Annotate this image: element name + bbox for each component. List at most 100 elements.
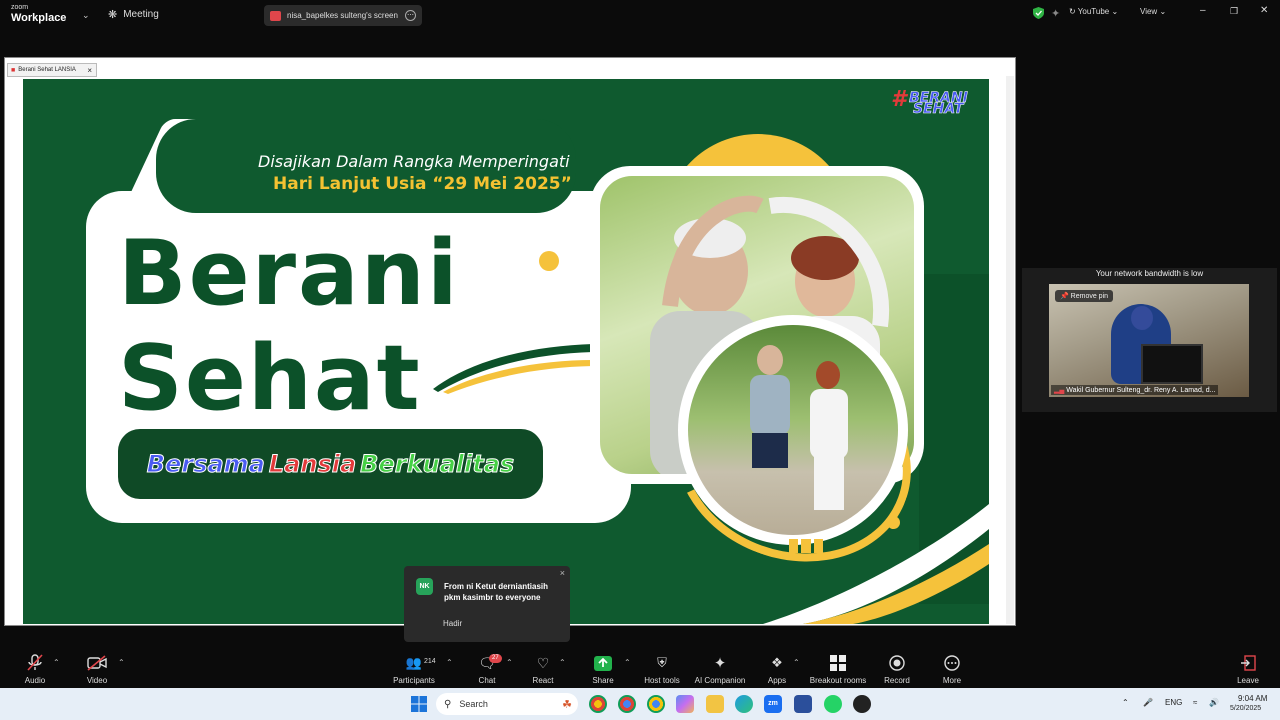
bar-decor <box>789 539 823 553</box>
slide-subtitle-line2: Hari Lanjut Usia “29 Mei 2025” <box>273 174 572 194</box>
audio-label: Audio <box>24 676 46 685</box>
participant-video-tile[interactable]: 📌 Remove pin ▂▄ Wakil Gubernur Sulteng_d… <box>1049 284 1249 397</box>
notes-app-icon[interactable] <box>794 695 812 713</box>
participants-caret-icon[interactable]: ⌃ <box>446 658 453 667</box>
leave-icon <box>1238 654 1258 672</box>
paw-icon: ❋ <box>108 9 118 21</box>
zoom-logo-workplace: Workplace <box>11 12 67 24</box>
share-screen-icon <box>270 10 281 21</box>
restore-icon[interactable]: ❐ <box>1230 6 1238 17</box>
react-label: React <box>532 676 554 685</box>
logo-word2: SEHAT <box>913 101 964 117</box>
close-icon[interactable]: × <box>560 568 565 578</box>
record-icon <box>887 654 907 672</box>
clock-date[interactable]: 5/20/2025 <box>1230 705 1261 712</box>
zoom-top-bar: zoom Workplace ⌄ ❋ Meeting nisa_bapelkes… <box>0 0 1280 30</box>
share-button[interactable]: Share <box>590 648 616 688</box>
participant-name: ▂▄ Wakil Gubernur Sulteng_dr. Reny A. La… <box>1051 385 1219 395</box>
pin-icon: 📌 <box>1060 293 1069 300</box>
search-highlight-icon: ☘ <box>562 698 572 711</box>
slide-title-line1: Berani <box>118 221 460 326</box>
participants-button[interactable]: 👥 Participants <box>392 648 436 688</box>
record-button[interactable]: Record <box>884 648 910 688</box>
video-button[interactable]: Video <box>82 648 112 688</box>
view-menu[interactable]: View ⌄ <box>1140 7 1166 16</box>
chat-notification[interactable]: NK From ni Ketut derniantiasih pkm kasim… <box>404 566 570 642</box>
shield-check-icon[interactable] <box>1033 7 1044 21</box>
remove-pin-button[interactable]: 📌 Remove pin <box>1055 290 1114 302</box>
chevron-down-icon[interactable]: ⌄ <box>82 10 90 21</box>
audio-button[interactable]: Audio <box>20 648 50 688</box>
language-indicator[interactable]: ENG <box>1165 698 1182 707</box>
bandwidth-notice: Your network bandwidth is low <box>1095 269 1204 278</box>
tagline-word3: Berkualitas <box>360 450 515 479</box>
tagline-word2: Lansia <box>268 450 357 479</box>
logo-hash: # <box>891 87 907 112</box>
more-icon <box>942 654 962 672</box>
ai-companion-button[interactable]: ✦ AI Companion <box>692 648 748 688</box>
close-tab-icon[interactable]: × <box>87 66 92 75</box>
participant-name-text: Wakil Gubernur Sulteng_dr. Reny A. Lamad… <box>1066 387 1216 394</box>
video-caret-icon[interactable]: ⌃ <box>118 658 125 667</box>
microphone-icon[interactable]: 🎤 <box>1143 698 1153 707</box>
chevron-up-icon[interactable]: ⌃ <box>1122 698 1129 707</box>
monitor-in-video <box>1141 344 1203 384</box>
meeting-menu[interactable]: ❋ Meeting <box>108 8 159 21</box>
audio-caret-icon[interactable]: ⌃ <box>53 658 60 667</box>
taskbar-search-input[interactable]: ⚲ Search ☘ <box>436 693 578 715</box>
sparkle-icon[interactable]: ✦ <box>1051 7 1060 20</box>
react-button[interactable]: ♡ React <box>530 648 556 688</box>
file-explorer-icon[interactable] <box>706 695 724 713</box>
screen-share-indicator[interactable]: nisa_bapelkes sulteng's screen ⋯ <box>264 5 422 26</box>
youtube-stream-menu[interactable]: ↻ YouTube ⌄ <box>1069 7 1118 16</box>
apps-button[interactable]: ❖ Apps <box>764 648 790 688</box>
windows-start-icon[interactable] <box>411 696 427 717</box>
wifi-icon[interactable]: ≈ <box>1193 698 1197 707</box>
document-tab[interactable]: ■ Berani Sehat LANSIA × <box>7 63 97 77</box>
chat-from: From ni Ketut derniantiasih pkm kasimbr … <box>444 582 549 602</box>
minimize-icon[interactable]: – <box>1200 5 1206 16</box>
apps-icon: ❖ <box>771 655 783 670</box>
leave-button[interactable]: Leave <box>1236 648 1260 688</box>
host-tools-button[interactable]: ⛨ Host tools <box>642 648 682 688</box>
speaker-icon[interactable]: 🔊 <box>1209 698 1219 707</box>
copilot-icon[interactable] <box>676 695 694 713</box>
youtube-label: YouTube <box>1077 7 1110 16</box>
chat-caret-icon[interactable]: ⌃ <box>506 658 513 667</box>
grid-icon <box>828 654 848 672</box>
chrome-profile-icon[interactable] <box>618 695 636 713</box>
chrome-icon[interactable] <box>589 695 607 713</box>
more-options-icon[interactable]: ⋯ <box>405 10 416 21</box>
search-placeholder: Search <box>459 699 488 709</box>
avatar: NK <box>416 578 433 595</box>
edge-icon[interactable] <box>735 695 753 713</box>
chat-unread-badge: 27 <box>489 654 502 663</box>
whatsapp-icon[interactable] <box>824 695 842 713</box>
host-tools-label: Host tools <box>644 676 680 685</box>
apps-caret-icon[interactable]: ⌃ <box>793 658 800 667</box>
react-caret-icon[interactable]: ⌃ <box>559 658 566 667</box>
chevron-down-icon: ⌄ <box>1111 7 1119 16</box>
view-label: View <box>1140 7 1158 16</box>
share-caret-icon[interactable]: ⌃ <box>624 658 631 667</box>
chrome-profile2-icon[interactable] <box>647 695 665 713</box>
react-heart-icon: ♡ <box>536 654 550 671</box>
breakout-rooms-button[interactable]: Breakout rooms <box>808 648 868 688</box>
share-title: nisa_bapelkes sulteng's screen <box>287 11 398 20</box>
leave-label: Leave <box>1237 676 1259 685</box>
participants-label: Participants <box>393 676 435 685</box>
ai-companion-label: AI Companion <box>694 676 746 685</box>
video-off-icon <box>87 654 107 672</box>
clock-time[interactable]: 9:04 AM <box>1238 694 1267 703</box>
more-label: More <box>942 676 962 685</box>
close-icon[interactable]: ✕ <box>1260 5 1268 16</box>
video-label: Video <box>86 676 108 685</box>
search-icon: ⚲ <box>444 698 452 710</box>
zoom-logo-small: zoom <box>11 4 29 11</box>
zoom-app-icon[interactable]: zm <box>764 695 782 713</box>
vertical-scrollbar[interactable] <box>1006 76 1014 624</box>
media-player-icon[interactable] <box>853 695 871 713</box>
breakout-rooms-label: Breakout rooms <box>809 676 867 685</box>
signal-icon: ↻ <box>1069 7 1076 16</box>
more-button[interactable]: More <box>940 648 964 688</box>
